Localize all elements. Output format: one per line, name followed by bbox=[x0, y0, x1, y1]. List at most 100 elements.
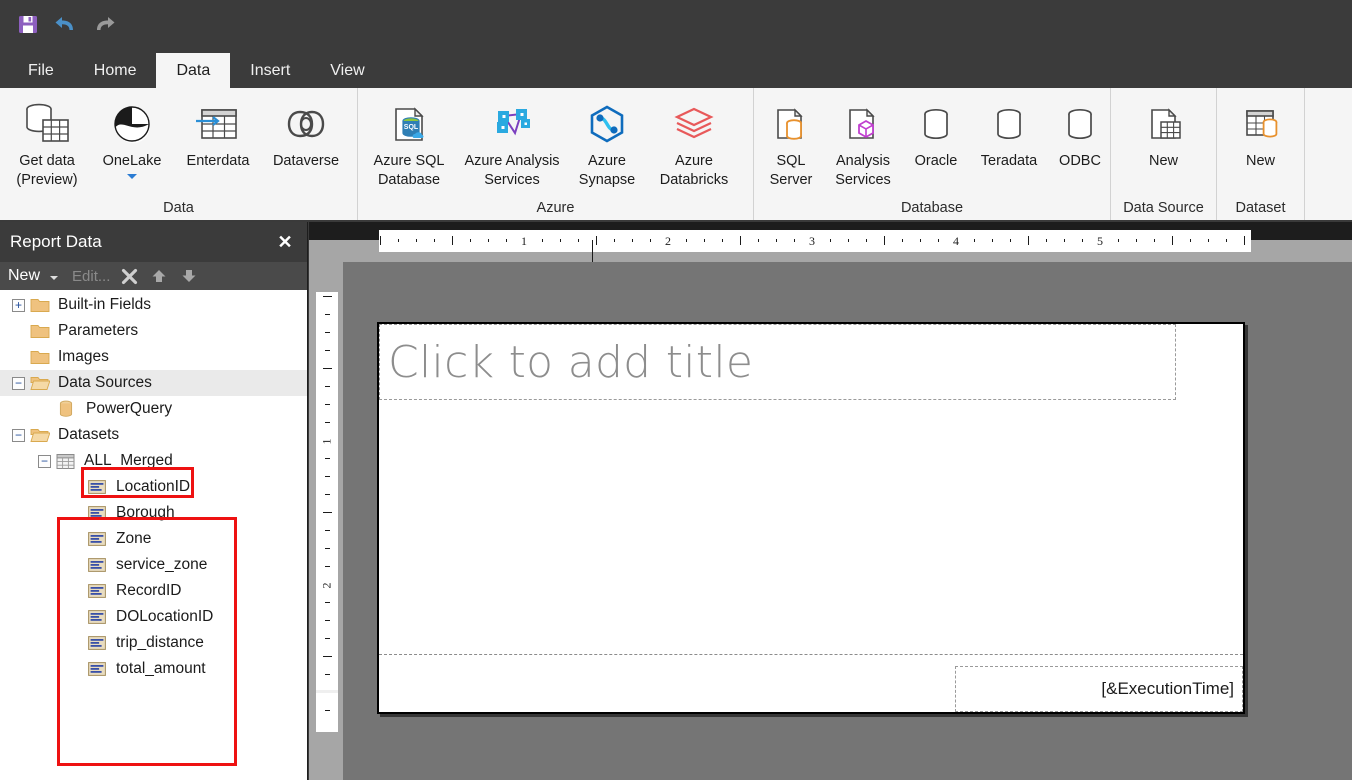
edit-button: Edit... bbox=[72, 267, 111, 285]
ruler-tick bbox=[325, 422, 330, 423]
ribbon-button-onelake[interactable]: OneLake bbox=[90, 94, 174, 181]
tree-item-label: ALL_Merged bbox=[84, 452, 173, 469]
report-data-panel-header: Report Data ✕ bbox=[0, 222, 307, 262]
ribbon-button-enterdata[interactable]: Enterdata bbox=[174, 94, 262, 173]
expander-icon[interactable]: − bbox=[38, 454, 51, 468]
report-data-panel: Report Data ✕ New Edit... + Built-in Fie… bbox=[0, 222, 308, 780]
horizontal-ruler[interactable]: 1 2 3 4 5 bbox=[379, 230, 1251, 252]
field-icon bbox=[88, 478, 110, 496]
ribbon-button-teradata[interactable]: Teradata bbox=[970, 94, 1048, 173]
report-page[interactable]: Click to add title [&ExecutionTime] bbox=[377, 322, 1245, 714]
tree-item-field[interactable]: Borough bbox=[0, 500, 307, 526]
ruler-tick bbox=[1028, 236, 1029, 245]
new-button[interactable]: New bbox=[8, 267, 40, 285]
ruler-tick bbox=[902, 239, 903, 242]
tree-item-parameters[interactable]: Parameters bbox=[0, 318, 307, 344]
ruler-number: 3 bbox=[809, 234, 815, 248]
ribbon-button-odbc[interactable]: ODBC bbox=[1048, 94, 1112, 173]
move-up-icon[interactable] bbox=[148, 265, 170, 287]
ruler-number: 2 bbox=[319, 582, 334, 589]
ruler-tick bbox=[992, 239, 993, 242]
footer-textbox[interactable]: [&ExecutionTime] bbox=[955, 666, 1243, 712]
tree-item-powerquery[interactable]: PowerQuery bbox=[0, 396, 307, 422]
ribbon-button-azure-sql-database[interactable]: SQL Azure SQL Database bbox=[362, 94, 456, 191]
ruler-tick bbox=[1046, 239, 1047, 242]
ribbon-button-dataverse[interactable]: Dataverse bbox=[262, 94, 350, 173]
tab-view[interactable]: View bbox=[310, 53, 384, 88]
tree-item-field[interactable]: service_zone bbox=[0, 552, 307, 578]
tree-item-data-sources[interactable]: − Data Sources bbox=[0, 370, 307, 396]
ribbon-button-new-data-source[interactable]: New bbox=[1122, 94, 1206, 173]
tab-insert[interactable]: Insert bbox=[230, 53, 310, 88]
enter-data-icon bbox=[194, 96, 242, 152]
report-data-tree: + Built-in Fields Parameters Images − Da… bbox=[0, 290, 307, 780]
tab-home[interactable]: Home bbox=[74, 53, 157, 88]
expander-icon[interactable]: − bbox=[12, 428, 25, 442]
ribbon-group-azure: SQL Azure SQL Database Azure Analysis Se… bbox=[358, 88, 754, 220]
ribbon-label: OneLake bbox=[102, 153, 162, 169]
teradata-icon bbox=[988, 96, 1030, 152]
tree-item-datasets[interactable]: − Datasets bbox=[0, 422, 307, 448]
ribbon-label: Azure bbox=[675, 153, 713, 169]
tree-item-label: Parameters bbox=[58, 322, 139, 339]
tree-item-label: Borough bbox=[116, 504, 175, 521]
ruler-tick bbox=[938, 239, 939, 242]
folder-closed-icon bbox=[30, 322, 52, 340]
vertical-ruler[interactable]: 12 bbox=[316, 292, 338, 732]
tab-file[interactable]: File bbox=[8, 53, 74, 88]
move-down-icon[interactable] bbox=[178, 265, 200, 287]
tree-item-label: Data Sources bbox=[58, 374, 152, 391]
ribbon-button-analysis-services[interactable]: Analysis Services bbox=[824, 94, 902, 191]
tree-item-field[interactable]: trip_distance bbox=[0, 630, 307, 656]
ribbon-group-database: SQL Server Analysis Services Oracle Tera… bbox=[754, 88, 1111, 220]
ribbon-group-data: Get data (Preview) OneLake Enterdata Dat… bbox=[0, 88, 358, 220]
ribbon-sublabel: Server bbox=[769, 171, 813, 188]
tree-item-label: trip_distance bbox=[116, 634, 204, 651]
ribbon-label: Azure bbox=[588, 153, 626, 169]
expander-icon[interactable]: + bbox=[12, 298, 25, 312]
ruler-tick bbox=[416, 239, 417, 242]
vertical-guide-line bbox=[592, 240, 593, 262]
ribbon-sublabel: Databricks bbox=[659, 171, 729, 188]
ruler-tick bbox=[325, 602, 330, 603]
expander-icon[interactable]: − bbox=[12, 376, 25, 390]
ruler-tick bbox=[325, 620, 330, 621]
title-placeholder[interactable]: Click to add title bbox=[379, 324, 1176, 400]
ribbon-button-sql-server[interactable]: SQL Server bbox=[758, 94, 824, 191]
delete-icon[interactable] bbox=[118, 265, 140, 287]
ribbon-button-get-data[interactable]: Get data (Preview) bbox=[4, 94, 90, 191]
tree-item-all-merged[interactable]: − ALL_Merged bbox=[0, 448, 307, 474]
ruler-tick bbox=[596, 236, 597, 245]
undo-icon[interactable] bbox=[52, 10, 80, 38]
tree-item-built-in-fields[interactable]: + Built-in Fields bbox=[0, 292, 307, 318]
tree-item-images[interactable]: Images bbox=[0, 344, 307, 370]
tree-item-field[interactable]: total_amount bbox=[0, 656, 307, 682]
ribbon-button-oracle[interactable]: Oracle bbox=[902, 94, 970, 173]
ruler-tick bbox=[325, 710, 330, 711]
tree-item-field[interactable]: Zone bbox=[0, 526, 307, 552]
ruler-tick bbox=[1064, 239, 1065, 242]
ruler-tick bbox=[325, 476, 330, 477]
tree-item-label: Built-in Fields bbox=[58, 296, 152, 313]
tree-item-field[interactable]: LocationID bbox=[0, 474, 307, 500]
ribbon-button-azure-analysis-services[interactable]: Azure Analysis Services bbox=[456, 94, 568, 191]
ruler-tick bbox=[325, 350, 330, 351]
ribbon-button-new-dataset[interactable]: New bbox=[1222, 94, 1300, 173]
ribbon-sublabel: Database bbox=[377, 171, 441, 188]
chevron-down-icon[interactable] bbox=[50, 276, 59, 280]
chevron-down-icon[interactable] bbox=[127, 173, 137, 179]
tab-data[interactable]: Data bbox=[156, 53, 231, 88]
ruler-tick bbox=[1010, 239, 1011, 242]
ribbon-button-azure-databricks[interactable]: Azure Databricks bbox=[646, 94, 742, 191]
ruler-number: 5 bbox=[1097, 234, 1103, 248]
save-icon[interactable] bbox=[14, 10, 42, 38]
tree-item-field[interactable]: RecordID bbox=[0, 578, 307, 604]
tree-item-field[interactable]: DOLocationID bbox=[0, 604, 307, 630]
close-icon[interactable]: ✕ bbox=[273, 230, 297, 254]
redo-icon[interactable] bbox=[90, 10, 118, 38]
ribbon-group-label: Database bbox=[900, 200, 964, 216]
ruler-tick bbox=[323, 296, 332, 297]
ruler-tick bbox=[866, 239, 867, 242]
ribbon-button-azure-synapse[interactable]: Azure Synapse bbox=[568, 94, 646, 191]
azure-sql-database-icon: SQL bbox=[385, 96, 433, 152]
